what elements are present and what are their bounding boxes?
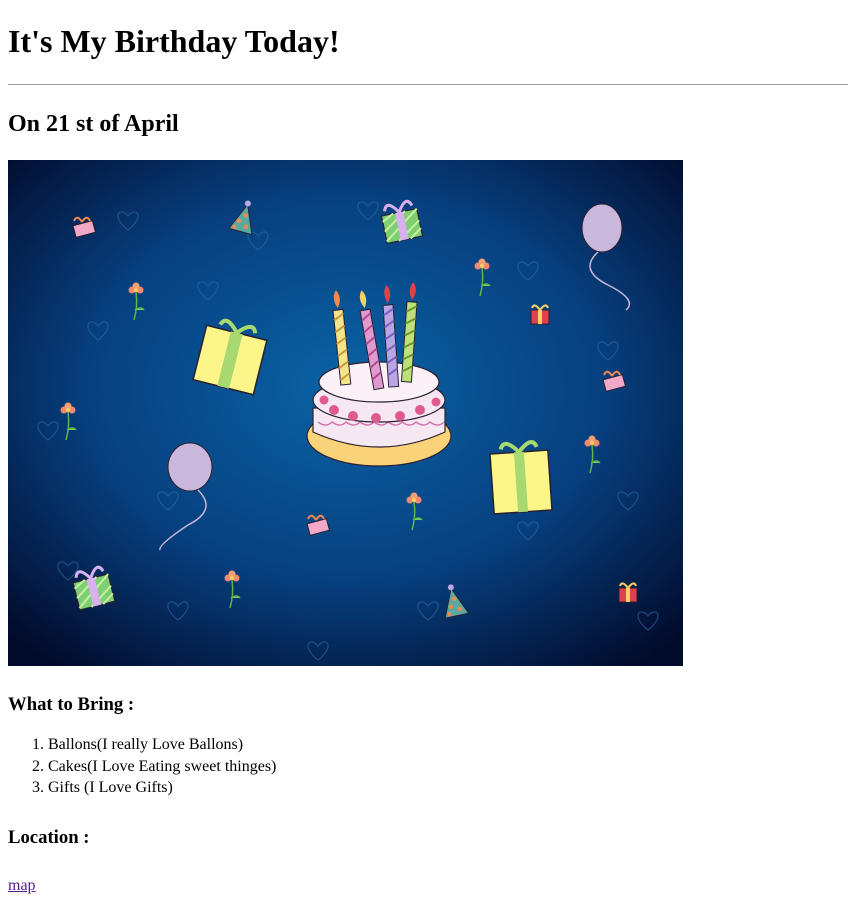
map-link[interactable]: map <box>8 877 36 894</box>
page-title: It's My Birthday Today! <box>8 23 340 59</box>
birthday-banner-image <box>8 160 683 666</box>
map-paragraph: map <box>8 875 840 897</box>
divider <box>8 84 848 85</box>
birthday-illustration <box>8 160 683 666</box>
bring-heading: What to Bring : <box>8 694 135 715</box>
list-item: Ballons(I really Love Ballons) <box>48 734 840 756</box>
page-content: It's My Birthday Today! On 21 st of Apri… <box>0 0 848 897</box>
list-item: Cakes(I Love Eating sweet thinges) <box>48 756 840 778</box>
location-heading: Location : <box>8 826 90 848</box>
bring-list: Ballons(I really Love Ballons) Cakes(I L… <box>8 734 840 799</box>
list-item: Gifts (I Love Gifts) <box>48 777 840 799</box>
page-subtitle: On 21 st of April <box>8 111 179 137</box>
